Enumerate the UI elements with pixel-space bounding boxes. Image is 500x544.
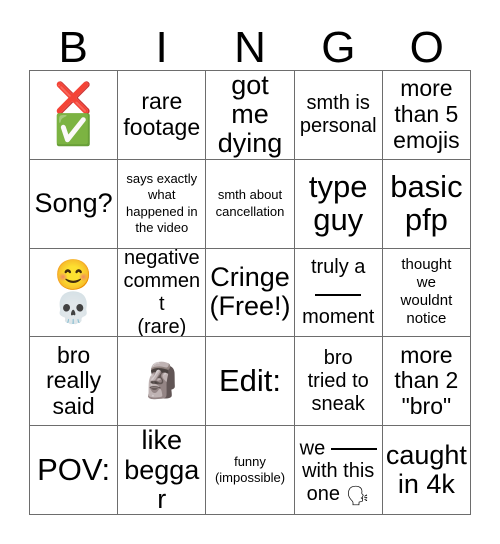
emoji-stack: ❌ ✅ <box>55 83 92 147</box>
bingo-cell-i2[interactable]: says exactly what happened in the video <box>118 159 207 249</box>
fill-in-blank-line <box>330 434 377 451</box>
bingo-cell-text: Edit: <box>218 363 281 399</box>
bingo-cell-g1[interactable]: smth is personal <box>294 71 383 160</box>
bingo-cell-text: more than 2 "bro" <box>394 341 459 420</box>
header-letter-i: I <box>155 23 168 72</box>
bingo-cell-i3[interactable]: negative comment (rare) <box>118 248 207 338</box>
bingo-cell-text: smth about cancellation <box>215 187 285 219</box>
smiling-face-with-smiling-eyes-emoji: 😊 <box>54 259 93 293</box>
bingo-cell-b2[interactable]: Song? <box>30 159 119 249</box>
bingo-cell-b5[interactable]: POV: <box>30 426 119 515</box>
speaking-head-emoji: 🗣 <box>345 486 370 508</box>
bingo-cell-g3[interactable]: truly a moment <box>294 248 383 338</box>
bingo-cell-text: negative comment (rare) <box>123 248 201 338</box>
bingo-cell-text: Cringe (Free!) <box>209 262 291 322</box>
bingo-cell-text: like beggar <box>124 426 200 514</box>
bingo-cell-text: rare footage <box>123 88 201 140</box>
header-letter-o: O <box>409 23 444 72</box>
bingo-cell-n3[interactable]: Cringe (Free!) <box>206 248 295 338</box>
fill-in-blank-line <box>315 279 362 296</box>
bingo-cell-o4[interactable]: more than 2 "bro" <box>382 337 471 427</box>
bingo-cell-o2[interactable]: basic pfp <box>382 159 471 249</box>
bingo-cell-text: got me dying <box>217 71 283 159</box>
bingo-cell-text: truly a moment <box>298 256 379 328</box>
bingo-cell-g2[interactable]: type guy <box>294 159 383 249</box>
bingo-cell-o5[interactable]: caught in 4k <box>382 426 471 515</box>
emoji-stack: 😊 💀 <box>55 260 92 324</box>
moai-emoji: 🗿 <box>140 362 183 401</box>
bingo-cell-b1[interactable]: ❌ ✅ <box>30 71 119 160</box>
skull-emoji: 💀 <box>54 291 93 325</box>
blank-prefix-text: we <box>299 437 326 460</box>
bingo-cell-text: bro tried to sneak <box>307 346 369 415</box>
bingo-cell-b4[interactable]: bro really said <box>30 337 119 427</box>
bingo-cell-n2[interactable]: smth about cancellation <box>206 159 295 249</box>
bingo-cell-o1[interactable]: more than 5 emojis <box>382 71 471 160</box>
bingo-cell-g4[interactable]: bro tried to sneak <box>294 337 383 427</box>
bingo-cell-text: more than 5 emojis <box>393 75 460 153</box>
bingo-cell-n5[interactable]: funny (impossible) <box>206 426 295 515</box>
bingo-cell-text: thought we wouldnt notice <box>400 256 453 328</box>
bingo-cell-g5[interactable]: we with this one 🗣 <box>294 426 383 515</box>
bingo-cell-i1[interactable]: rare footage <box>118 71 207 160</box>
bingo-cell-text: funny (impossible) <box>214 453 286 486</box>
bingo-card: B I N G O ❌ ✅ rare footage got me dying smth… <box>0 0 500 544</box>
bingo-cell-text: caught in 4k <box>385 439 467 500</box>
bingo-cell-o3[interactable]: thought we wouldnt notice <box>382 248 471 338</box>
header-letter-g: G <box>321 23 356 72</box>
blank-suffix-text: moment <box>302 305 375 328</box>
bingo-cell-n4[interactable]: Edit: <box>206 337 295 427</box>
cross-mark-emoji: ❌ <box>54 81 93 115</box>
blank-prefix-text: truly a <box>310 256 366 279</box>
check-mark-button-emoji: ✅ <box>54 114 93 148</box>
header-letter-n: N <box>234 23 266 72</box>
bingo-cell-text: Song? <box>34 188 113 219</box>
bingo-cell-text: POV: <box>37 451 111 487</box>
bingo-grid: ❌ ✅ rare footage got me dying smth is person… <box>29 70 471 515</box>
bingo-header-row: B I N G O <box>29 18 471 70</box>
bingo-cell-n1[interactable]: got me dying <box>206 71 295 160</box>
bingo-cell-text: says exactly what happened in the video <box>126 171 198 235</box>
bingo-cell-i5[interactable]: like beggar <box>118 426 207 515</box>
bingo-cell-text: bro really said <box>46 341 102 420</box>
header-letter-b: B <box>58 23 88 72</box>
bingo-cell-text: smth is personal <box>299 91 377 137</box>
bingo-cell-b3[interactable]: 😊 💀 <box>30 248 119 338</box>
bingo-cell-text: basic pfp <box>390 169 463 237</box>
bingo-cell-text: we with this one 🗣 <box>298 434 379 506</box>
bingo-cell-text: type guy <box>308 169 368 237</box>
bingo-cell-i4[interactable]: 🗿 <box>118 337 207 427</box>
